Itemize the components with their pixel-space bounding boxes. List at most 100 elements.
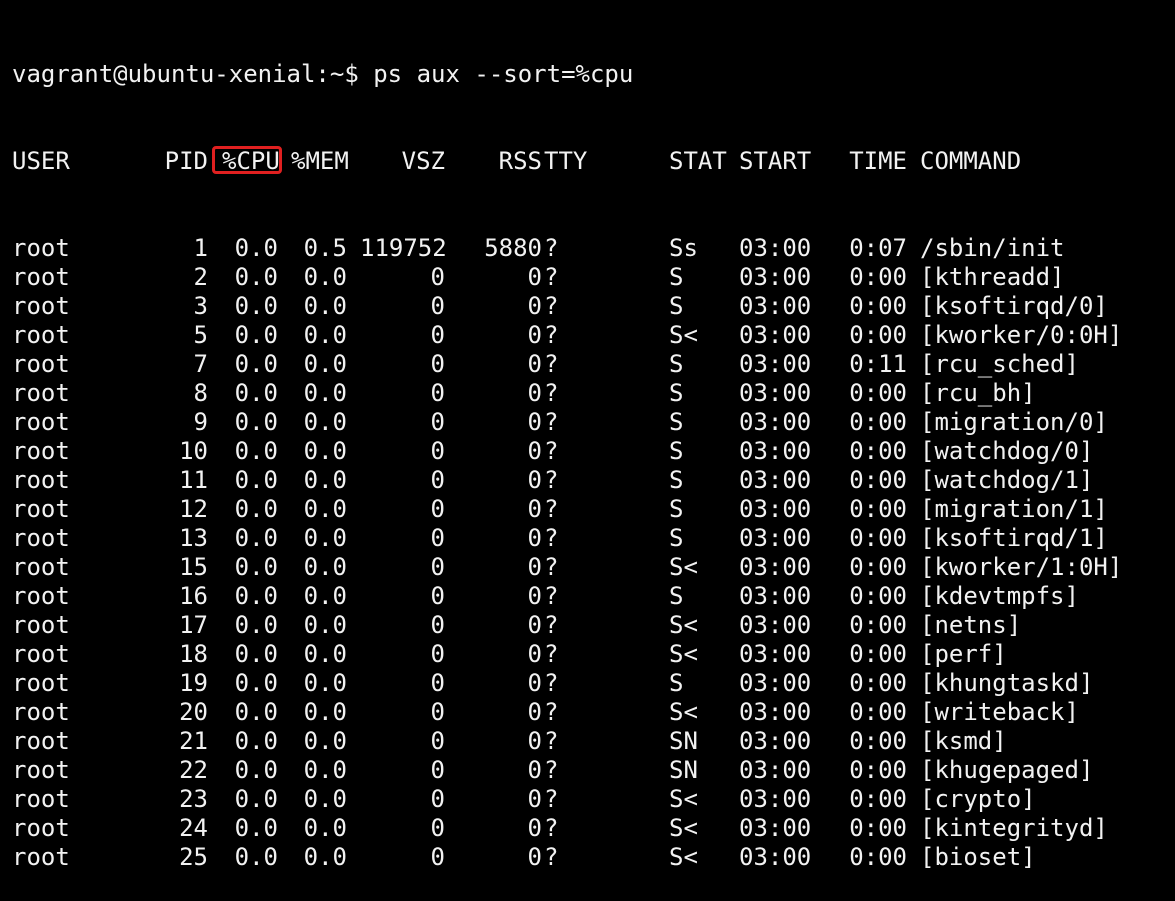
cell-cpu: 0.0 — [234, 669, 278, 697]
cell-command: [ksoftirqd/1] — [920, 524, 1108, 552]
cell-vsz: 0 — [430, 727, 445, 755]
cell-stat: Ss — [669, 234, 698, 262]
cell-mem: 0.0 — [303, 379, 347, 407]
cell-tty: ? — [544, 495, 559, 523]
cell-pid: 23 — [179, 785, 208, 813]
cell-mem: 0.0 — [303, 843, 347, 871]
table-row: root 3 0.0 0.0 0 0? S 03:00 0:00 [ksoftirqd/0] — [12, 292, 1175, 321]
cell-pid: 17 — [179, 611, 208, 639]
cell-stat: S — [669, 350, 684, 378]
table-row: root 13 0.0 0.0 0 0? S 03:00 0:00 [ksoftirqd/1] — [12, 524, 1175, 553]
cell-pid: 12 — [179, 495, 208, 523]
cell-time: 0:00 — [849, 495, 907, 523]
cell-mem: 0.0 — [303, 611, 347, 639]
cell-rss: 0 — [527, 408, 542, 436]
cell-mem: 0.0 — [303, 292, 347, 320]
cell-rss: 0 — [527, 263, 542, 291]
table-row: root 12 0.0 0.0 0 0? S 03:00 0:00 [migration/1] — [12, 495, 1175, 524]
cell-user: root — [12, 321, 70, 349]
cell-tty: ? — [544, 379, 559, 407]
cell-command: [crypto] — [920, 785, 1036, 813]
cell-mem: 0.0 — [303, 408, 347, 436]
cell-pid: 7 — [193, 350, 208, 378]
cell-cpu: 0.0 — [234, 350, 278, 378]
cell-time: 0:00 — [849, 785, 907, 813]
cell-rss: 0 — [527, 553, 542, 581]
cell-tty: ? — [544, 553, 559, 581]
cell-command: [rcu_bh] — [920, 379, 1036, 407]
cell-time: 0:00 — [849, 524, 907, 552]
cell-cpu: 0.0 — [234, 321, 278, 349]
cell-cpu: 0.0 — [234, 524, 278, 552]
cell-command: [migration/0] — [920, 408, 1108, 436]
cell-user: root — [12, 611, 70, 639]
cell-rss: 0 — [527, 321, 542, 349]
cell-cpu: 0.0 — [234, 785, 278, 813]
cell-pid: 11 — [179, 466, 208, 494]
cell-vsz: 0 — [430, 814, 445, 842]
cell-user: root — [12, 466, 70, 494]
cell-stat: SN — [669, 756, 698, 784]
cell-vsz: 0 — [430, 350, 445, 378]
terminal-window[interactable]: vagrant@ubuntu-xenial:~$ ps aux --sort=%… — [12, 2, 1175, 871]
cell-mem: 0.0 — [303, 263, 347, 291]
cell-mem: 0.0 — [303, 466, 347, 494]
table-row: root 16 0.0 0.0 0 0? S 03:00 0:00 [kdevtmpfs] — [12, 582, 1175, 611]
cell-user: root — [12, 727, 70, 755]
cell-time: 0:00 — [849, 553, 907, 581]
cell-mem: 0.0 — [303, 640, 347, 668]
cell-mem: 0.0 — [303, 553, 347, 581]
cell-time: 0:11 — [849, 350, 907, 378]
cell-user: root — [12, 582, 70, 610]
cell-cpu: 0.0 — [234, 292, 278, 320]
table-row: root 15 0.0 0.0 0 0? S< 03:00 0:00 [kworker/1:0H] — [12, 553, 1175, 582]
cell-start: 03:00 — [739, 495, 812, 523]
cell-stat: S< — [669, 785, 698, 813]
cell-time: 0:07 — [849, 234, 907, 262]
cell-rss: 0 — [527, 814, 542, 842]
cell-start: 03:00 — [739, 379, 812, 407]
cell-pid: 3 — [193, 292, 208, 320]
header-start: START — [739, 147, 812, 175]
cell-pid: 5 — [193, 321, 208, 349]
cell-pid: 8 — [193, 379, 208, 407]
cell-start: 03:00 — [739, 843, 812, 871]
cell-stat: S — [669, 263, 684, 291]
cell-vsz: 0 — [430, 524, 445, 552]
cell-pid: 20 — [179, 698, 208, 726]
cell-vsz: 0 — [430, 640, 445, 668]
cell-command: [khugepaged] — [920, 756, 1094, 784]
cell-vsz: 0 — [430, 785, 445, 813]
cell-command: [khungtaskd] — [920, 669, 1094, 697]
cell-time: 0:00 — [849, 727, 907, 755]
cell-stat: S< — [669, 553, 698, 581]
cell-vsz: 0 — [430, 553, 445, 581]
cell-user: root — [12, 437, 70, 465]
cell-rss: 0 — [527, 350, 542, 378]
cell-mem: 0.0 — [303, 350, 347, 378]
cell-pid: 25 — [179, 843, 208, 871]
cell-user: root — [12, 524, 70, 552]
cell-mem: 0.0 — [303, 669, 347, 697]
header-user: USER — [12, 147, 70, 175]
cell-command: [ksoftirqd/0] — [920, 292, 1108, 320]
cell-rss: 0 — [527, 640, 542, 668]
cell-pid: 15 — [179, 553, 208, 581]
cell-vsz: 0 — [430, 495, 445, 523]
table-row: root 25 0.0 0.0 0 0? S< 03:00 0:00 [bioset] — [12, 843, 1175, 872]
header-vsz: VSZ — [401, 147, 445, 175]
cell-user: root — [12, 698, 70, 726]
cell-tty: ? — [544, 640, 559, 668]
cell-cpu: 0.0 — [234, 814, 278, 842]
cell-command: [kworker/1:0H] — [920, 553, 1123, 581]
table-row: root 5 0.0 0.0 0 0? S< 03:00 0:00 [kworker/0:0H] — [12, 321, 1175, 350]
table-row: root 2 0.0 0.0 0 0? S 03:00 0:00 [kthreadd] — [12, 263, 1175, 292]
cell-start: 03:00 — [739, 553, 812, 581]
cell-time: 0:00 — [849, 698, 907, 726]
cell-time: 0:00 — [849, 611, 907, 639]
cell-pid: 21 — [179, 727, 208, 755]
cell-pid: 10 — [179, 437, 208, 465]
cell-time: 0:00 — [849, 379, 907, 407]
cell-tty: ? — [544, 263, 559, 291]
cell-mem: 0.5 — [303, 234, 347, 262]
